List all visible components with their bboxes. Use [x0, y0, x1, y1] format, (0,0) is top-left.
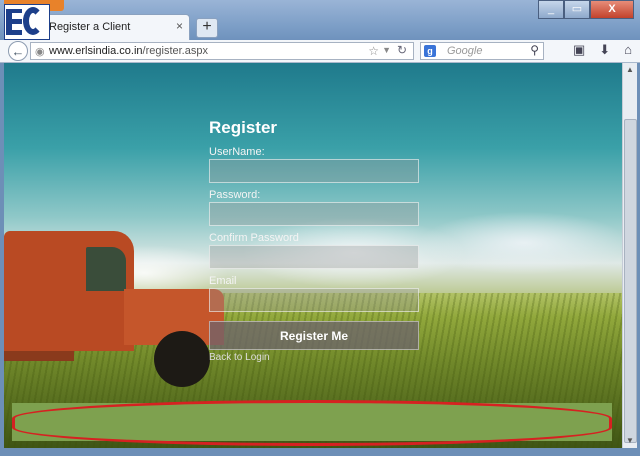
- page-viewport: Register UserName: Password: Confirm Pas…: [4, 63, 622, 448]
- scrollbar-thumb[interactable]: [624, 119, 637, 443]
- truck-window: [86, 247, 126, 291]
- globe-icon: ◉: [35, 46, 45, 58]
- navigation-toolbar: ← ◉ www.erlsindia.co.in/register.aspx ☆ …: [0, 40, 640, 63]
- search-bar[interactable]: g Google ⚲: [420, 42, 544, 60]
- page-title: Register: [209, 118, 278, 137]
- password-field[interactable]: [209, 202, 419, 226]
- search-icon[interactable]: ⚲: [530, 43, 539, 57]
- address-bar[interactable]: ◉ www.erlsindia.co.in/register.aspx ☆ ▼ …: [30, 42, 414, 60]
- search-engine-icon[interactable]: g: [424, 45, 436, 57]
- new-tab-button[interactable]: +: [196, 18, 218, 38]
- vertical-scrollbar[interactable]: ▲ ▼: [622, 63, 637, 448]
- confirm-password-label: Confirm Password: [209, 232, 299, 244]
- scroll-up-icon[interactable]: ▲: [623, 63, 637, 77]
- url-text: www.erlsindia.co.in/register.aspx: [49, 45, 208, 57]
- maximize-button[interactable]: ▭: [564, 0, 590, 19]
- register-form: Register UserName: Password: Confirm Pas…: [209, 118, 421, 364]
- search-placeholder: Google: [447, 45, 483, 57]
- toolbar-icons: ▣ ⬇ ⌂: [573, 42, 632, 58]
- site-logo: [4, 4, 50, 40]
- password-label: Password:: [209, 189, 261, 201]
- chevron-down-icon[interactable]: ▼: [382, 45, 391, 55]
- register-button[interactable]: Register Me: [209, 321, 419, 350]
- username-label: UserName:: [209, 146, 265, 158]
- username-field[interactable]: [209, 159, 419, 183]
- close-window-button[interactable]: X: [590, 0, 634, 19]
- window-titlebar: Register a Client × + _ ▭ X: [0, 0, 640, 40]
- bookmark-star-icon[interactable]: ☆: [368, 44, 379, 58]
- confirm-password-field[interactable]: [209, 245, 419, 269]
- download-icon[interactable]: ⬇: [599, 42, 610, 58]
- highlight-ring: [12, 400, 612, 446]
- screenshot-icon[interactable]: ▣: [573, 42, 585, 58]
- logo-c-shape: [23, 7, 43, 35]
- home-icon[interactable]: ⌂: [624, 42, 632, 58]
- minimize-button[interactable]: _: [538, 0, 564, 19]
- tab-close-icon[interactable]: ×: [176, 19, 183, 33]
- logo-e-shape: [6, 9, 22, 35]
- url-path: /register.aspx: [142, 45, 208, 57]
- truck-wheel: [154, 331, 210, 387]
- url-host: www.erlsindia.co.in: [49, 45, 143, 57]
- email-field[interactable]: [209, 288, 419, 312]
- email-label: Email: [209, 275, 237, 287]
- window-controls: _ ▭ X: [538, 0, 634, 19]
- back-to-login-link[interactable]: Back to Login: [209, 352, 421, 364]
- back-arrow-icon[interactable]: ←: [8, 41, 28, 61]
- tab-label: Register a Client: [49, 21, 131, 33]
- background-truck-image: [4, 231, 232, 387]
- reload-icon[interactable]: ↻: [397, 43, 407, 57]
- scroll-down-icon[interactable]: ▼: [623, 434, 637, 448]
